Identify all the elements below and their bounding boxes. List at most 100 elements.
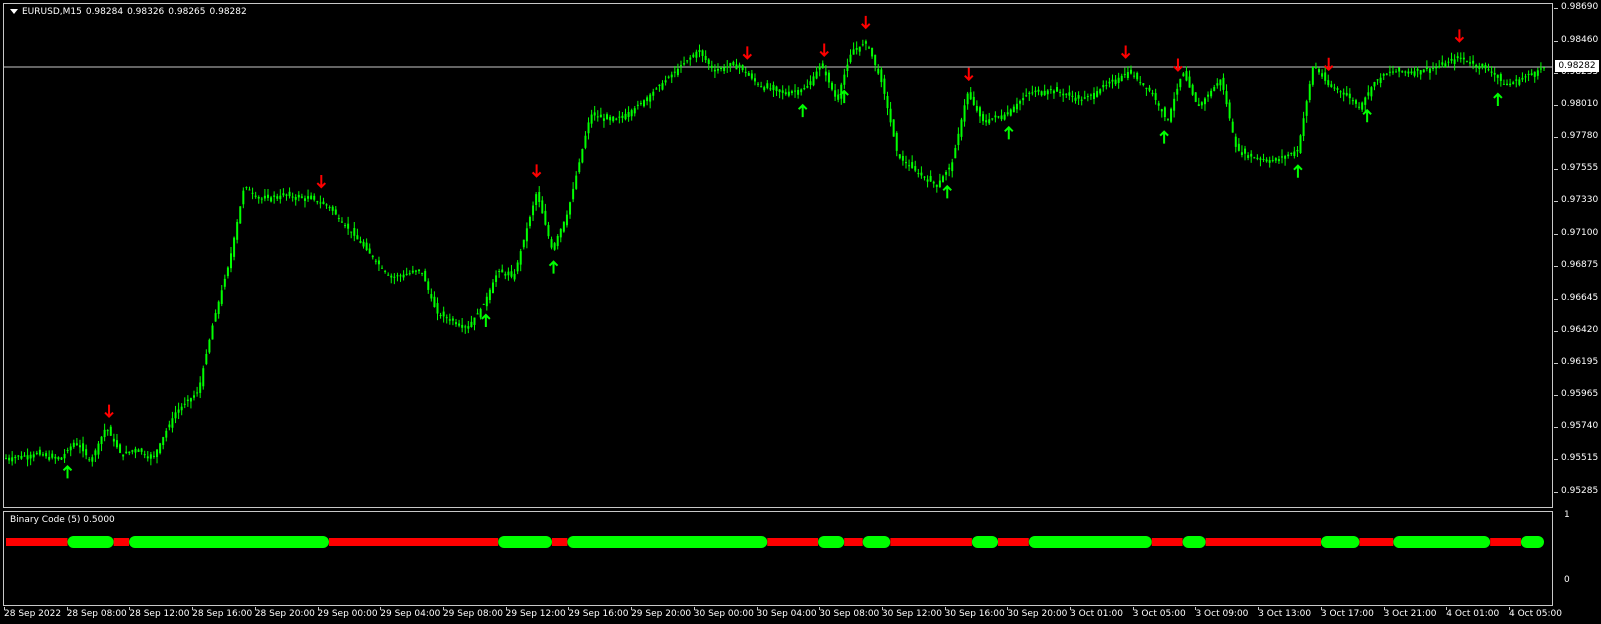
candle xyxy=(424,268,427,282)
candle xyxy=(1133,71,1136,79)
candle xyxy=(806,79,809,89)
candle xyxy=(143,450,146,459)
candle xyxy=(1345,86,1348,97)
candle xyxy=(966,91,969,110)
candle xyxy=(969,87,972,101)
chart-window[interactable]: EURUSD,M15 0.98284 0.98326 0.98265 0.98282 0… xyxy=(0,0,1601,624)
price-label: 0.96420 xyxy=(1561,324,1599,335)
price-tick xyxy=(1554,459,1558,461)
price-scale[interactable]: 0.986900.984600.982350.980100.977800.975… xyxy=(1554,2,1601,508)
indicator-pane[interactable]: Binary Code (5) 0.5000 xyxy=(3,511,1553,606)
candle xyxy=(1210,88,1213,99)
candle xyxy=(1108,77,1111,88)
candle xyxy=(1385,72,1388,76)
candle xyxy=(233,236,236,261)
candle xyxy=(1015,97,1018,114)
candle xyxy=(911,155,914,169)
candle xyxy=(226,266,229,279)
buy-arrow-icon xyxy=(548,260,559,274)
price-chart-pane[interactable]: EURUSD,M15 0.98284 0.98326 0.98265 0.98282 xyxy=(3,3,1553,508)
candle xyxy=(1240,145,1243,158)
price-label: 0.97555 xyxy=(1561,163,1599,174)
candle xyxy=(168,420,171,431)
candle xyxy=(661,80,664,91)
candle xyxy=(553,241,556,251)
candle xyxy=(683,56,686,66)
candle xyxy=(525,222,528,249)
candle xyxy=(165,428,168,442)
candle xyxy=(303,195,306,208)
candle xyxy=(686,60,689,64)
time-label: 3 Oct 05:00 xyxy=(1132,609,1186,619)
candle xyxy=(584,131,587,150)
candle xyxy=(288,187,291,199)
buy-arrow-icon xyxy=(1159,130,1169,144)
candle xyxy=(1336,86,1339,94)
candle xyxy=(479,307,482,320)
time-label: 29 Sep 00:00 xyxy=(317,609,378,619)
candle xyxy=(1327,74,1330,88)
candle xyxy=(636,100,639,110)
candle xyxy=(307,189,310,202)
candle xyxy=(1302,111,1305,142)
candle xyxy=(387,272,390,276)
candle xyxy=(587,117,590,140)
candle xyxy=(938,173,941,189)
candle xyxy=(66,447,69,454)
time-axis[interactable]: 28 Sep 2022 28 Sep 08:00 28 Sep 12:00 28 Se… xyxy=(0,607,1601,624)
candle xyxy=(1203,97,1206,111)
time-label: 30 Sep 20:00 xyxy=(1007,609,1068,619)
candle xyxy=(1277,155,1280,164)
price-label: 0.98690 xyxy=(1561,2,1599,12)
candle xyxy=(236,219,239,244)
candle xyxy=(815,66,818,80)
candle xyxy=(125,445,128,455)
candle xyxy=(1228,99,1231,121)
candle xyxy=(735,58,738,70)
candle xyxy=(1166,118,1169,122)
candle xyxy=(1099,88,1102,96)
candle xyxy=(1284,154,1287,166)
candle xyxy=(1037,86,1040,96)
candle xyxy=(1040,90,1043,97)
candle xyxy=(1379,73,1382,88)
price-tick xyxy=(1554,137,1558,139)
candle xyxy=(1299,134,1302,154)
candle xyxy=(75,438,78,446)
candle xyxy=(149,451,152,466)
candle xyxy=(180,403,183,416)
binary-code-histogram[interactable] xyxy=(4,512,1552,605)
time-label: 3 Oct 17:00 xyxy=(1320,609,1374,619)
candle xyxy=(1478,62,1481,75)
indicator-segment-sell xyxy=(113,538,130,546)
buy-arrow-icon xyxy=(1004,125,1014,140)
candle xyxy=(1043,84,1046,97)
indicator-segment-buy xyxy=(971,536,999,548)
candlestick-plot[interactable] xyxy=(4,4,1552,507)
candle xyxy=(612,115,615,123)
candle xyxy=(775,85,778,97)
candle xyxy=(667,75,670,79)
candle xyxy=(975,100,978,113)
candle xyxy=(578,158,581,174)
candle xyxy=(1096,86,1099,98)
candle xyxy=(294,194,297,206)
candle xyxy=(69,443,72,457)
candle xyxy=(282,188,285,198)
candle xyxy=(809,75,812,90)
candle xyxy=(827,69,830,89)
candle xyxy=(1293,146,1296,159)
candle xyxy=(1179,78,1182,91)
candle xyxy=(128,451,131,456)
time-label: 4 Oct 01:00 xyxy=(1446,609,1500,619)
candle xyxy=(1425,60,1428,72)
candle xyxy=(710,60,713,72)
candle xyxy=(960,117,963,141)
candle xyxy=(1197,97,1200,107)
candle xyxy=(217,300,220,319)
candle xyxy=(581,148,584,164)
candle xyxy=(874,54,877,72)
candle xyxy=(606,112,609,120)
candle xyxy=(1364,96,1367,112)
candle xyxy=(1262,153,1265,163)
